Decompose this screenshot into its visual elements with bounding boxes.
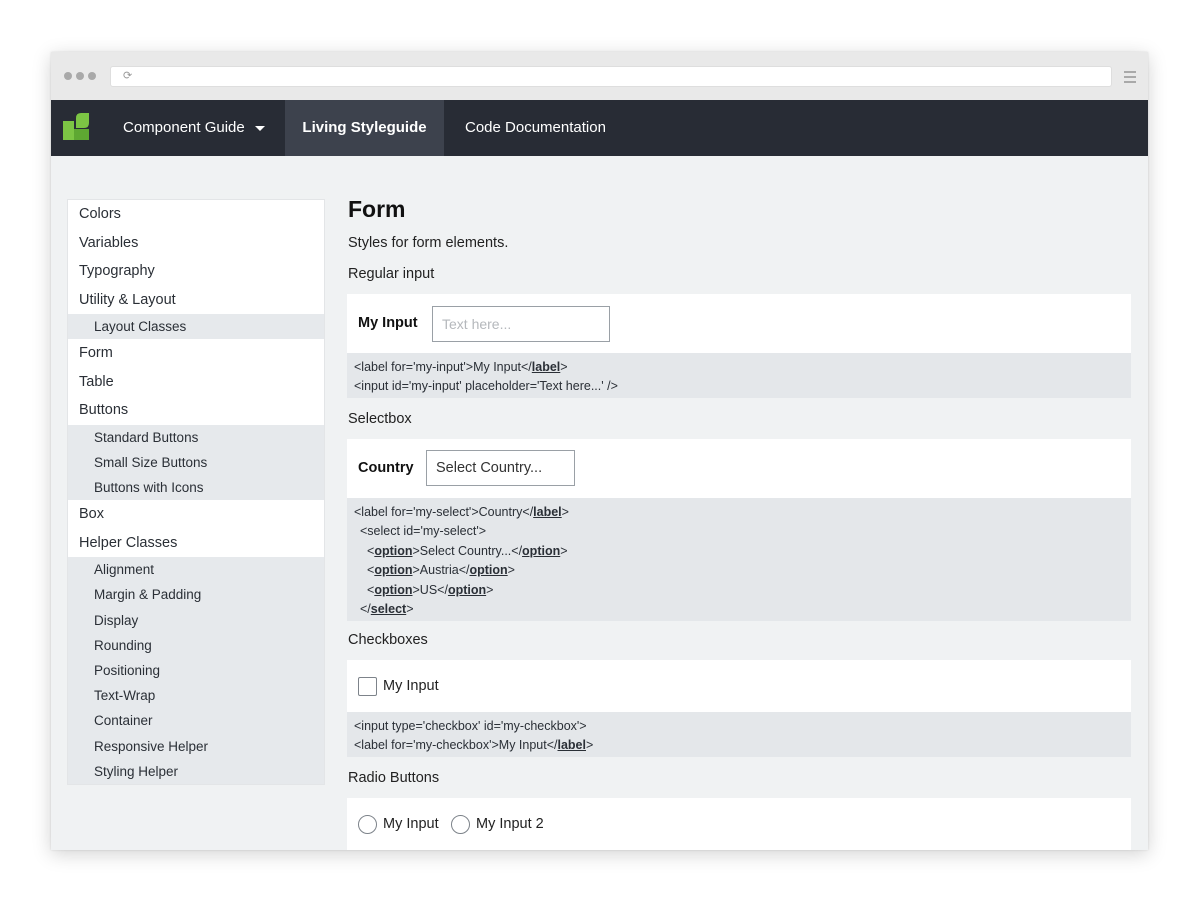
section-title-selectbox: Selectbox	[348, 411, 412, 427]
sidebar-subitem-rounding[interactable]: Rounding	[68, 632, 324, 658]
sidebar-item-utility-layout[interactable]: Utility & Layout	[68, 286, 324, 315]
nav-component-guide[interactable]: Component Guide	[107, 100, 281, 156]
code-line: <label for='my-input'>My Input</label>	[354, 360, 568, 374]
regular-input-demo: My Input	[347, 294, 1131, 353]
sidebar-item-box[interactable]: Box	[68, 500, 324, 529]
code-line: <option>US</option>	[367, 582, 494, 597]
selectbox-demo: Country Select Country...	[347, 439, 1131, 498]
window-dot[interactable]	[64, 72, 72, 80]
section-title-regular-input: Regular input	[348, 266, 435, 282]
nav-living-styleguide-label: Living Styleguide	[302, 119, 427, 136]
sidebar-item-helper-classes[interactable]: Helper Classes	[68, 529, 324, 558]
code-line: <label for='my-checkbox'>My Input</label…	[354, 738, 594, 753]
browser-window: ⟳ Component Guide Living Styleguide Code…	[51, 52, 1148, 850]
window-dot[interactable]	[88, 72, 96, 80]
chevron-down-icon	[254, 125, 265, 131]
sidebar-item-variables[interactable]: Variables	[68, 229, 324, 258]
nav-code-documentation-label: Code Documentation	[465, 119, 606, 136]
page-title: Form	[348, 196, 406, 222]
address-bar[interactable]: ⟳	[110, 66, 1112, 87]
sidebar: Colors Variables Typography Utility & La…	[67, 199, 325, 785]
sidebar-subitem-text-wrap[interactable]: Text-Wrap	[68, 683, 324, 709]
sidebar-item-colors[interactable]: Colors	[68, 200, 324, 229]
sidebar-subitem-styling-helper[interactable]: Styling Helper	[68, 758, 324, 784]
country-select[interactable]: Select Country...	[426, 450, 575, 486]
sidebar-subitem-standard-buttons[interactable]: Standard Buttons	[68, 424, 324, 450]
nav-component-guide-label: Component Guide	[123, 119, 245, 136]
regular-input-code: <label for='my-input'>My Input</label> <…	[347, 353, 1131, 398]
code-line: <option>Select Country...</option>	[367, 543, 568, 558]
sidebar-subitem-alignment[interactable]: Alignment	[68, 557, 324, 583]
hamburger-icon[interactable]	[1124, 71, 1136, 86]
my-checkbox-label[interactable]: My Input	[383, 678, 439, 694]
sidebar-subitem-layout-classes[interactable]: Layout Classes	[68, 314, 324, 340]
top-navigation: Component Guide Living Styleguide Code D…	[51, 100, 1148, 156]
radio-my-input-2[interactable]	[451, 815, 470, 834]
radio-my-input-label[interactable]: My Input	[383, 816, 439, 832]
sidebar-subitem-responsive-helper[interactable]: Responsive Helper	[68, 733, 324, 759]
my-input-label: My Input	[358, 315, 418, 331]
nav-code-documentation[interactable]: Code Documentation	[465, 100, 606, 156]
sidebar-subitem-buttons-with-icons[interactable]: Buttons with Icons	[68, 475, 324, 501]
sidebar-subitem-positioning[interactable]: Positioning	[68, 658, 324, 684]
window-controls	[64, 72, 96, 80]
sidebar-subitem-container[interactable]: Container	[68, 708, 324, 734]
checkbox-code: <input type='checkbox' id='my-checkbox'>…	[347, 712, 1131, 757]
my-input-field[interactable]	[432, 306, 610, 342]
sidebar-subitem-margin-padding[interactable]: Margin & Padding	[68, 582, 324, 608]
code-line: <input type='checkbox' id='my-checkbox'>	[354, 719, 587, 733]
sidebar-subitem-display[interactable]: Display	[68, 607, 324, 633]
code-line: <option>Austria</option>	[367, 563, 515, 578]
code-line: <label for='my-select'>Country</label>	[354, 505, 569, 519]
leaf-logo-icon[interactable]	[61, 112, 91, 142]
section-title-radio-buttons: Radio Buttons	[348, 770, 440, 786]
code-line: </select>	[360, 602, 414, 617]
reload-icon[interactable]: ⟳	[123, 69, 132, 82]
radio-my-input[interactable]	[358, 815, 377, 834]
nav-living-styleguide[interactable]: Living Styleguide	[285, 100, 444, 156]
window-dot[interactable]	[76, 72, 84, 80]
sidebar-item-buttons[interactable]: Buttons	[68, 396, 324, 425]
sidebar-subitem-small-size-buttons[interactable]: Small Size Buttons	[68, 449, 324, 476]
radio-my-input-2-label[interactable]: My Input 2	[476, 816, 544, 832]
country-label: Country	[358, 460, 414, 476]
sidebar-item-table[interactable]: Table	[68, 368, 324, 397]
browser-chrome: ⟳	[51, 52, 1148, 100]
section-title-checkboxes: Checkboxes	[348, 632, 428, 648]
page-description: Styles for form elements.	[348, 235, 509, 251]
code-line: <select id='my-select'>	[360, 524, 487, 539]
checkbox-demo: My Input	[347, 660, 1131, 712]
sidebar-item-form[interactable]: Form	[68, 339, 324, 368]
sidebar-item-typography[interactable]: Typography	[68, 257, 324, 286]
my-checkbox[interactable]	[358, 677, 377, 696]
selectbox-code: <label for='my-select'>Country</label> <…	[347, 498, 1131, 621]
code-line: <input id='my-input' placeholder='Text h…	[354, 379, 618, 394]
radio-demo: My Input My Input 2	[347, 798, 1131, 850]
